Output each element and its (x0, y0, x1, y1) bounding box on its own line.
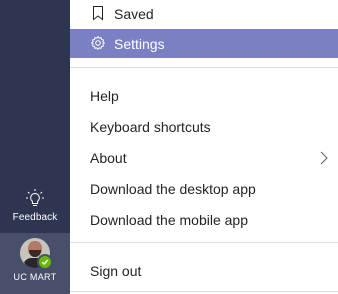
avatar (20, 238, 53, 270)
menu-divider (70, 67, 338, 68)
feedback-button[interactable]: Feedback (0, 188, 70, 228)
menu-item-keyboard-shortcuts[interactable]: Keyboard shortcuts (70, 112, 338, 141)
menu-bottom-edge (70, 291, 338, 292)
profile-button[interactable]: UC MART (0, 233, 70, 294)
settings-menu: Saved Settings Help Keyboard shortcuts A… (70, 0, 338, 294)
menu-item-sign-out[interactable]: Sign out (70, 256, 338, 285)
menu-item-saved[interactable]: Saved (70, 0, 338, 29)
menu-item-keyboard-shortcuts-label: Keyboard shortcuts (90, 119, 211, 135)
app-bar: Feedback UC MART (0, 0, 70, 294)
chevron-right-icon (320, 151, 328, 165)
menu-item-download-mobile-label: Download the mobile app (90, 212, 248, 228)
menu-item-sign-out-label: Sign out (90, 263, 142, 279)
status-available-icon (37, 254, 53, 270)
menu-item-settings[interactable]: Settings (70, 29, 338, 58)
gear-icon (91, 36, 105, 50)
menu-item-help-label: Help (90, 88, 119, 104)
menu-item-download-mobile[interactable]: Download the mobile app (70, 205, 338, 234)
menu-item-saved-label: Saved (114, 6, 154, 22)
menu-item-about[interactable]: About (70, 143, 338, 172)
lightbulb-icon (26, 189, 44, 206)
menu-item-help[interactable]: Help (70, 81, 338, 110)
profile-label: UC MART (13, 272, 57, 282)
menu-item-settings-label: Settings (114, 36, 165, 52)
menu-item-download-desktop-label: Download the desktop app (90, 181, 256, 197)
feedback-label: Feedback (12, 212, 58, 223)
menu-item-about-label: About (90, 150, 127, 166)
menu-item-download-desktop[interactable]: Download the desktop app (70, 174, 338, 203)
bookmark-icon (93, 6, 103, 21)
menu-divider (70, 242, 338, 243)
